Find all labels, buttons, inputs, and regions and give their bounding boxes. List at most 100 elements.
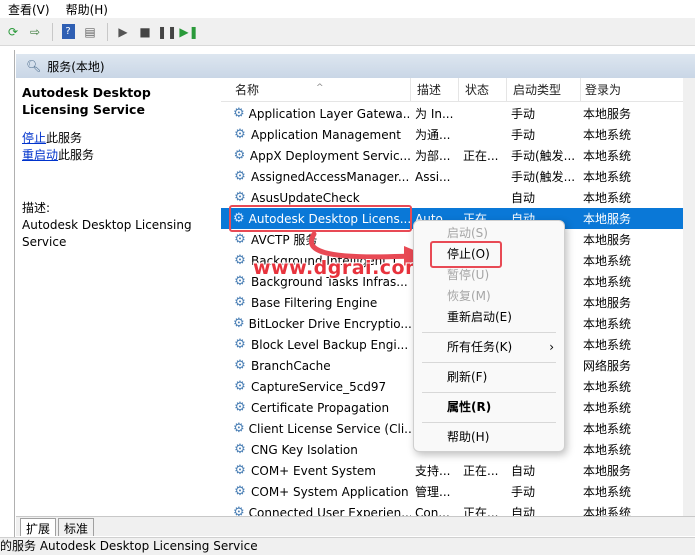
- restart-service-icon[interactable]: ▶❚: [179, 23, 198, 41]
- table-row[interactable]: ⚙ Application Management 为通... 手动 本地系统: [221, 124, 695, 145]
- cell-startup: 自动: [511, 191, 536, 205]
- stop-service-link[interactable]: 停止: [22, 131, 46, 145]
- cell-desc: 管理...: [415, 485, 451, 499]
- cell-name: ⚙ AssignedAccessManager...: [221, 170, 411, 184]
- service-name: AsusUpdateCheck: [251, 190, 360, 205]
- tab-standard[interactable]: 标准: [58, 518, 95, 536]
- cell-login: 本地服务: [583, 233, 632, 247]
- cell-startup: 手动(触发...: [511, 170, 576, 184]
- menu-item-properties[interactable]: 属性(R): [414, 397, 564, 418]
- cell-login: 本地系统: [583, 422, 632, 436]
- menu-divider: [422, 392, 556, 393]
- properties-icon[interactable]: ▤: [81, 23, 99, 41]
- stop-service-icon[interactable]: ■: [136, 23, 154, 41]
- service-name: Connected User Experien...: [248, 505, 411, 517]
- search-icon: 🔍︎: [26, 59, 42, 73]
- refresh-icon[interactable]: ⟳: [4, 23, 22, 41]
- gear-icon: ⚙: [233, 316, 245, 331]
- help-icon[interactable]: ?: [59, 23, 77, 41]
- service-name: Application Layer Gatewa...: [248, 106, 411, 121]
- cell-startup: 自动: [511, 464, 536, 478]
- stop-service-suffix: 此服务: [46, 131, 83, 145]
- cell-login: 本地服务: [583, 212, 632, 226]
- cell-login: 本地系统: [583, 149, 632, 163]
- export-list-icon[interactable]: ⇨: [26, 23, 44, 41]
- service-name: AssignedAccessManager...: [251, 169, 410, 184]
- menu-item-pause[interactable]: 暂停(U): [414, 265, 564, 286]
- col-login[interactable]: 登录为: [581, 78, 661, 102]
- col-startup[interactable]: 启动类型: [507, 78, 581, 102]
- cell-name: ⚙ BitLocker Drive Encryptio...: [221, 317, 411, 331]
- gear-icon: ⚙: [234, 169, 246, 184]
- cell-desc: Assi...: [415, 169, 451, 184]
- gear-icon: ⚙: [234, 358, 246, 373]
- cell-startup: 手动(触发...: [511, 149, 576, 163]
- cell-login: 网络服务: [583, 359, 632, 373]
- menu-divider: [422, 422, 556, 423]
- cell-name: ⚙ AppX Deployment Servic...: [221, 149, 411, 163]
- status-bar: 的服务 Autodesk Desktop Licensing Service: [0, 537, 695, 555]
- menu-divider: [422, 362, 556, 363]
- menu-item-refresh[interactable]: 刷新(F): [414, 367, 564, 388]
- cell-name: ⚙ COM+ System Application: [221, 485, 411, 499]
- menu-item-all-tasks[interactable]: 所有任务(K) ›: [414, 337, 564, 358]
- cell-login: 本地系统: [583, 506, 632, 516]
- start-service-icon[interactable]: ▶: [114, 23, 132, 41]
- menu-help[interactable]: 帮助(H): [58, 1, 116, 18]
- pause-service-icon[interactable]: ❚❚: [157, 23, 177, 41]
- cell-name: ⚙ COM+ Event System: [221, 464, 411, 478]
- cell-login: 本地服务: [583, 107, 632, 121]
- watermark-text: www.dgrai.com: [253, 257, 426, 279]
- menu-view[interactable]: 查看(V): [0, 1, 58, 18]
- col-name[interactable]: 名称 ^: [221, 78, 411, 102]
- menubar: 查看(V) 帮助(H): [0, 0, 695, 18]
- cell-login: 本地系统: [583, 443, 632, 457]
- table-row[interactable]: ⚙ Connected User Experien... Con... 正在... 自动…: [221, 502, 695, 517]
- service-name: COM+ System Application: [251, 484, 409, 499]
- table-row[interactable]: ⚙ COM+ Event System 支持... 正在... 自动 本地服务: [221, 460, 695, 481]
- menu-item-resume[interactable]: 恢复(M): [414, 286, 564, 307]
- table-row[interactable]: ⚙ AssignedAccessManager... Assi... 手动(触发...…: [221, 166, 695, 187]
- cell-login: 本地系统: [583, 485, 632, 499]
- cell-name: ⚙ AsusUpdateCheck: [221, 191, 411, 205]
- tab-extended[interactable]: 扩展: [20, 518, 57, 536]
- cell-name: ⚙ Block Level Backup Engi...: [221, 338, 411, 352]
- cell-login: 本地系统: [583, 380, 632, 394]
- cell-login: 本地系统: [583, 254, 632, 268]
- services-header: 🔍︎ 服务(本地): [16, 54, 695, 78]
- cell-name: ⚙ Application Layer Gatewa...: [221, 107, 411, 121]
- gear-icon: ⚙: [234, 274, 246, 289]
- selected-service-name: Autodesk Desktop Licensing Service: [22, 85, 151, 117]
- service-name: BranchCache: [251, 358, 331, 373]
- menu-divider: [422, 332, 556, 333]
- vertical-scrollbar[interactable]: [683, 78, 695, 516]
- cell-desc: Con...: [415, 505, 450, 517]
- cell-startup: 自动: [511, 506, 536, 516]
- service-name: CNG Key Isolation: [251, 442, 358, 457]
- cell-name: ⚙ CaptureService_5cd97: [221, 380, 411, 394]
- cell-login: 本地系统: [583, 275, 632, 289]
- cell-login: 本地系统: [583, 128, 632, 142]
- service-name: Base Filtering Engine: [251, 295, 378, 310]
- table-row[interactable]: ⚙ AppX Deployment Servic... 为部... 正在... 手动(触…: [221, 145, 695, 166]
- service-name: BitLocker Drive Encryptio...: [248, 316, 411, 331]
- menu-item-restart[interactable]: 重新启动(E): [414, 307, 564, 328]
- table-row[interactable]: ⚙ Application Layer Gatewa... 为 In... 手动 本地服…: [221, 103, 695, 124]
- restart-service-link[interactable]: 重启动: [22, 148, 58, 162]
- col-status[interactable]: 状态: [459, 78, 507, 102]
- cell-startup: 手动: [511, 128, 536, 142]
- cell-name: ⚙ Certificate Propagation: [221, 401, 411, 415]
- toolbar: ⟳ ⇨ ? ▤ ▶ ■ ❚❚ ▶❚: [0, 18, 695, 46]
- menu-item-help[interactable]: 帮助(H): [414, 427, 564, 448]
- view-tabs: 扩展 标准: [16, 516, 695, 536]
- col-desc[interactable]: 描述: [411, 78, 459, 102]
- column-header-row: 名称 ^ 描述 状态 启动类型 登录为: [221, 78, 695, 102]
- description-label: 描述:: [22, 201, 51, 215]
- gear-icon: ⚙: [234, 190, 246, 205]
- gear-icon: ⚙: [233, 106, 245, 121]
- service-name: Certificate Propagation: [251, 400, 390, 415]
- cell-desc: 支持...: [415, 464, 451, 478]
- table-row[interactable]: ⚙ COM+ System Application 管理... 手动 本地系统: [221, 481, 695, 502]
- cell-status: 正在...: [463, 506, 499, 516]
- cell-login: 本地系统: [583, 338, 632, 352]
